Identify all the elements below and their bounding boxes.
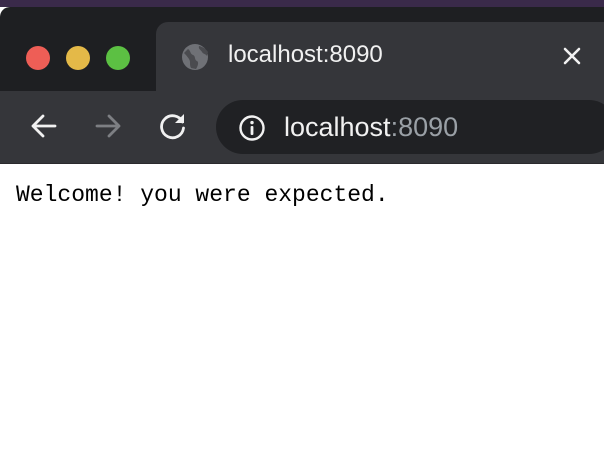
address-bar[interactable]: localhost:8090 [216,100,604,154]
info-icon[interactable] [238,114,266,142]
globe-icon [180,42,210,72]
close-icon[interactable] [560,44,584,68]
forward-arrow-icon[interactable] [93,111,123,141]
back-arrow-icon[interactable] [29,111,59,141]
url-port: :8090 [390,112,459,142]
reload-icon[interactable] [158,111,188,141]
window-maximize-button[interactable] [106,46,130,70]
navigation-toolbar: localhost:8090 [0,91,604,164]
url-host: localhost [284,112,391,142]
window-minimize-button[interactable] [66,46,90,70]
browser-window: localhost:8090 localhost:8090 Welcome! y… [0,0,604,458]
page-content: Welcome! you were expected. [0,164,604,458]
tab-active[interactable]: localhost:8090 [156,22,604,91]
page-text: Welcome! you were expected. [16,182,389,208]
window-close-button[interactable] [26,46,50,70]
tab-title: localhost:8090 [228,41,383,68]
url-text[interactable]: localhost:8090 [284,112,458,143]
desktop-strip [0,0,604,7]
